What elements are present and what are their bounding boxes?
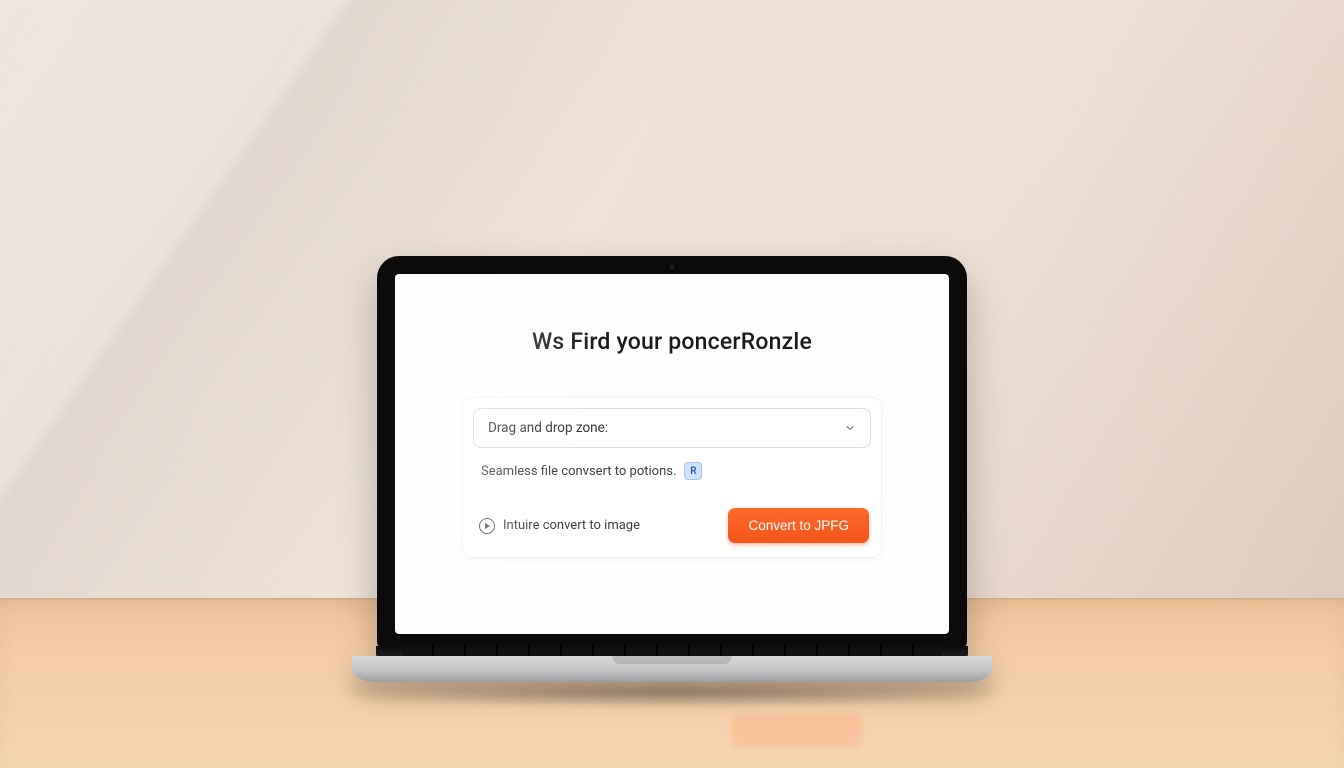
convert-to-image-link[interactable]: Intuire convert to image <box>479 518 640 534</box>
webcam-icon <box>669 264 675 270</box>
action-row: Intuire convert to image Convert to JPFG <box>463 490 881 557</box>
laptop-bottom <box>352 656 992 682</box>
screen: Ws Fird your poncerRonzle Drag and drop … <box>395 274 949 634</box>
laptop-base <box>352 648 992 688</box>
chevron-down-icon <box>844 422 856 434</box>
cta-reflection <box>732 714 862 748</box>
dropzone-label: Drag and drop zone: <box>488 420 608 436</box>
converter-card: Drag and drop zone: Seamless file convse… <box>462 397 882 558</box>
convert-button[interactable]: Convert to JPFG <box>728 508 869 543</box>
convert-link-label: Intuire convert to image <box>503 518 640 533</box>
options-badge[interactable]: R <box>684 462 702 480</box>
laptop: Ws Fird your poncerRonzle Drag and drop … <box>352 256 992 688</box>
options-row: Seamless file convsert to potions. R <box>463 448 881 490</box>
drag-drop-zone[interactable]: Drag and drop zone: <box>473 408 871 448</box>
play-circle-icon <box>479 518 495 534</box>
options-text: Seamless file convsert to potions. <box>481 464 676 479</box>
laptop-lid: Ws Fird your poncerRonzle Drag and drop … <box>377 256 967 648</box>
page-title: Ws Fird your poncerRonzle <box>532 328 812 355</box>
